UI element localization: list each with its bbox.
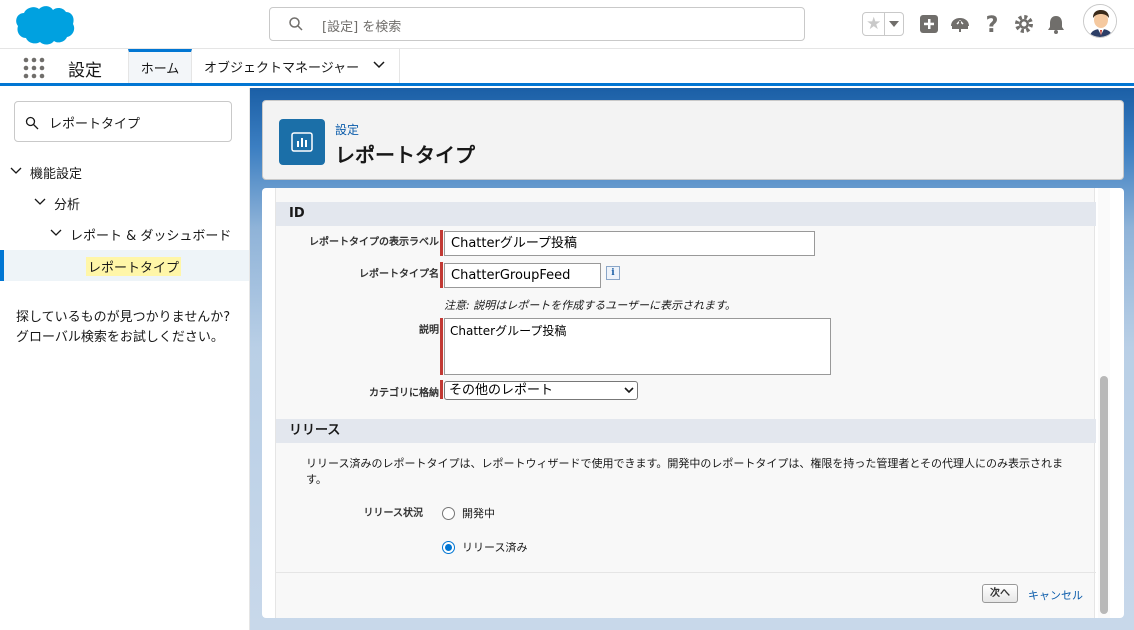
release-description: リリース済みのレポートタイプは、レポートウィザードで使用できます。開発中のレポー…: [306, 457, 1064, 486]
content-card: ID レポートタイプの表示ラベル Chatterグループ投稿 レポートタイプ名 …: [262, 188, 1124, 618]
next-button[interactable]: 次へ: [982, 584, 1018, 603]
radio-in-development[interactable]: [442, 507, 455, 520]
required-indicator: [440, 380, 443, 399]
api-name-input[interactable]: ChatterGroupFeed: [444, 263, 601, 288]
favorites-group: ★: [862, 12, 904, 36]
chevron-down-icon: [889, 21, 900, 27]
quickfind-input[interactable]: レポートタイプ: [14, 101, 232, 142]
user-avatar-icon: [1084, 5, 1116, 37]
context-bar: 設定 ホーム オブジェクトマネージャー: [0, 49, 1134, 86]
tab-object-manager-label: オブジェクトマネージャー: [204, 60, 360, 76]
radio-label: リリース済み: [462, 541, 528, 554]
category-select-value: その他のレポート: [449, 383, 554, 398]
global-search-input[interactable]: [設定] を検索: [269, 7, 805, 41]
chevron-down-icon: [50, 229, 62, 236]
page-header: 設定 レポートタイプ: [262, 100, 1124, 180]
svg-text:?: ?: [986, 13, 999, 35]
section-header-release: リリース: [276, 419, 1096, 443]
tree-item-label: レポートタイプ: [86, 257, 182, 276]
search-icon: [25, 116, 39, 130]
category-select[interactable]: その他のレポート: [444, 381, 638, 400]
cancel-link[interactable]: キャンセル: [1028, 587, 1083, 603]
required-indicator: [440, 318, 443, 375]
help-icon[interactable]: ?: [981, 13, 1003, 35]
radio-released[interactable]: [442, 541, 455, 554]
page-title: レポートタイプ: [335, 143, 475, 167]
field-label-category: カテゴリに格納: [369, 388, 439, 399]
favorites-menu-button[interactable]: [885, 13, 903, 35]
chevron-down-icon[interactable]: [373, 61, 385, 69]
avatar[interactable]: [1083, 4, 1117, 38]
divider: [276, 572, 1096, 573]
scrollbar[interactable]: [1098, 188, 1110, 618]
tab-home[interactable]: ホーム: [128, 49, 192, 83]
chevron-down-icon: [34, 198, 46, 205]
search-placeholder: [設定] を検索: [322, 20, 402, 35]
tree-item-report-types[interactable]: レポートタイプ: [0, 250, 249, 281]
not-found-line: グローバル検索をお試しください。: [16, 330, 224, 345]
required-indicator: [440, 262, 443, 288]
chevron-down-icon: [624, 387, 634, 394]
tab-home-label: ホーム: [140, 62, 180, 77]
app-launcher-icon[interactable]: [22, 57, 46, 79]
field-label-description: 説明: [419, 325, 439, 336]
field-label-release-status: リリース状況: [363, 508, 424, 519]
section-header-id: ID: [276, 202, 1096, 226]
field-label-name: レポートタイプ名: [359, 269, 439, 280]
report-type-form: ID レポートタイプの表示ラベル Chatterグループ投稿 レポートタイプ名 …: [275, 188, 1096, 618]
radio-label: 開発中: [462, 507, 495, 520]
report-type-icon: [279, 119, 325, 165]
chevron-down-icon: [10, 167, 22, 174]
description-note: 注意: 説明はレポートを作成するユーザーに表示されます。: [444, 299, 736, 312]
quickfind-value: レポートタイプ: [49, 117, 141, 132]
tab-object-manager[interactable]: オブジェクトマネージャー: [192, 49, 400, 83]
tree-item-label: レポート & ダッシュボード: [70, 229, 232, 244]
tree-item-label: 機能設定: [30, 167, 83, 182]
required-indicator: [440, 230, 443, 256]
field-label-display: レポートタイプの表示ラベル: [309, 237, 439, 248]
breadcrumb[interactable]: 設定: [335, 121, 359, 138]
not-found-line: 探しているものが見つかりませんか?: [16, 310, 231, 325]
description-textarea[interactable]: Chatterグループ投稿: [444, 318, 831, 375]
star-icon[interactable]: ★: [863, 13, 886, 35]
trailhead-icon[interactable]: [949, 13, 971, 35]
search-icon: [289, 17, 303, 31]
gear-icon[interactable]: [1013, 13, 1035, 35]
bell-icon[interactable]: [1045, 13, 1067, 35]
setup-sidebar: レポートタイプ 機能設定 分析 レポート & ダッシュボード レポートタイプ 探…: [0, 88, 250, 630]
display-label-input[interactable]: Chatterグループ投稿: [444, 231, 815, 256]
app-name: 設定: [68, 61, 102, 81]
not-found-text: 探しているものが見つかりませんか? グローバル検索をお試しください。: [16, 308, 244, 348]
info-icon[interactable]: i: [606, 266, 620, 280]
plus-icon[interactable]: [918, 13, 940, 35]
tree-item-label: 分析: [54, 198, 81, 213]
salesforce-logo[interactable]: [14, 4, 76, 46]
scrollbar-thumb[interactable]: [1100, 376, 1108, 614]
global-header: [設定] を検索 ★ ?: [0, 0, 1134, 49]
